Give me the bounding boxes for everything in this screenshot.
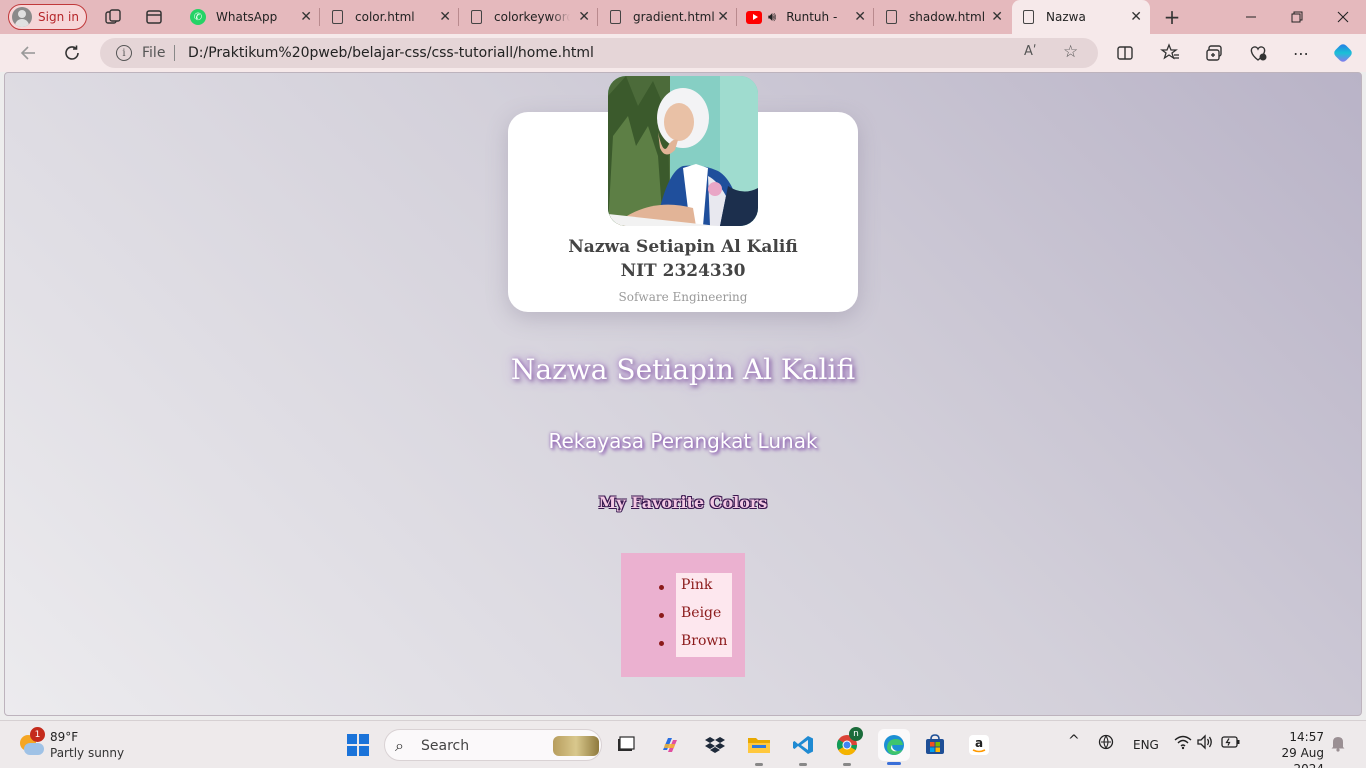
tab-label: gradient.html <box>633 10 715 24</box>
chrome-icon[interactable]: n <box>834 727 863 766</box>
tab-label: colorkeyword.h <box>494 10 570 24</box>
close-tab-icon[interactable]: ✕ <box>1130 9 1142 25</box>
favorite-star-icon[interactable]: ☆ <box>1063 42 1078 62</box>
favorite-colors-list: Pink Beige Brown <box>658 573 733 657</box>
document-icon <box>885 10 897 24</box>
weather-temp: 89°F <box>50 730 79 744</box>
tab-label: color.html <box>355 10 415 24</box>
speaker-icon[interactable]: 🔊︎ <box>768 10 776 25</box>
address-bar[interactable]: i File D:/Praktikum%20pweb/belajar-css/c… <box>100 38 1098 68</box>
list-item: Brown <box>658 629 732 657</box>
tab-color[interactable]: color.html ✕ <box>321 0 459 34</box>
tab-label: Runtuh - <box>786 10 838 24</box>
sign-in-button[interactable]: Sign in <box>8 4 87 30</box>
close-tab-icon[interactable]: ✕ <box>717 9 729 25</box>
tab-label: Nazwa <box>1046 10 1086 24</box>
close-tab-icon[interactable]: ✕ <box>439 9 451 25</box>
site-info-icon[interactable]: i <box>116 45 132 61</box>
copilot-app-icon[interactable] <box>657 732 683 758</box>
dropbox-icon[interactable] <box>702 732 728 758</box>
close-tab-icon[interactable]: ✕ <box>578 9 590 25</box>
windows-taskbar: 1 89°F Partly sunny ⌕ Search n a ^ ENG 1… <box>0 720 1366 768</box>
favorite-colors-title: My Favorite Colors <box>598 493 768 512</box>
profile-major: Sofware Engineering <box>618 290 748 304</box>
file-explorer-icon[interactable] <box>746 732 772 766</box>
collections-icon[interactable] <box>1203 42 1225 64</box>
youtube-icon <box>746 10 762 24</box>
address-toolbar: i File D:/Praktikum%20pweb/belajar-css/c… <box>0 34 1366 72</box>
weather-badge: 1 <box>30 727 45 742</box>
file-scheme-label: File <box>142 45 166 61</box>
favorites-icon[interactable] <box>1159 42 1181 64</box>
search-icon: ⌕ <box>395 736 404 755</box>
read-aloud-icon[interactable]: Aʹ <box>1024 44 1037 59</box>
taskbar-search[interactable]: ⌕ Search <box>384 729 602 761</box>
document-icon <box>609 10 621 24</box>
browser-essentials-icon[interactable] <box>1247 42 1269 64</box>
page-subheading: Rekayasa Perangkat Lunak <box>548 429 818 453</box>
list-item: Beige <box>658 601 732 629</box>
favorite-colors-box: Pink Beige Brown <box>621 553 745 677</box>
close-window-button[interactable] <box>1320 0 1366 34</box>
split-screen-icon[interactable] <box>1114 42 1136 64</box>
tab-bar: Sign in ✆ WhatsApp ✕ color.html ✕ colork… <box>0 0 1366 34</box>
document-icon <box>331 10 343 24</box>
refresh-button[interactable] <box>60 42 84 64</box>
tab-gradient[interactable]: gradient.html ✕ <box>599 0 737 34</box>
system-clock[interactable]: 14:57 29 Aug 2024 <box>1250 729 1324 768</box>
language-indicator[interactable]: ENG <box>1133 738 1159 752</box>
profile-nit: NIT 2324330 <box>620 261 746 281</box>
document-icon <box>470 10 482 24</box>
profile-name: Nazwa Setiapin Al Kalifi <box>568 237 798 257</box>
tab-runtuh[interactable]: 🔊︎ Runtuh - ✕ <box>738 0 874 34</box>
tab-label: shadow.html <box>909 10 986 24</box>
new-tab-button[interactable]: + <box>1161 5 1183 29</box>
network-status-icon[interactable] <box>1097 733 1115 755</box>
sign-in-label: Sign in <box>38 10 79 24</box>
back-button[interactable] <box>16 42 40 64</box>
chrome-profile-badge: n <box>849 727 863 741</box>
battery-icon[interactable] <box>1221 735 1241 753</box>
url-text[interactable]: D:/Praktikum%20pweb/belajar-css/css-tuto… <box>188 45 594 61</box>
tab-whatsapp[interactable]: ✆ WhatsApp ✕ <box>182 0 320 34</box>
task-view-icon[interactable] <box>612 732 638 758</box>
list-item: Pink <box>658 573 732 601</box>
tab-actions-icon[interactable] <box>144 7 164 27</box>
minimize-button[interactable] <box>1228 0 1274 34</box>
close-tab-icon[interactable]: ✕ <box>300 9 312 25</box>
edge-icon[interactable] <box>878 729 910 765</box>
tab-label: WhatsApp <box>216 10 278 24</box>
tab-shadow[interactable]: shadow.html ✕ <box>875 0 1011 34</box>
workspaces-icon[interactable] <box>103 7 123 27</box>
profile-avatar-icon <box>12 7 32 27</box>
wifi-icon[interactable] <box>1174 734 1192 754</box>
show-hidden-icons[interactable]: ^ <box>1068 733 1080 749</box>
close-tab-icon[interactable]: ✕ <box>991 9 1003 25</box>
weather-desc: Partly sunny <box>50 746 125 760</box>
restore-button[interactable] <box>1274 0 1320 34</box>
weather-widget[interactable]: 1 89°F Partly sunny <box>18 727 128 763</box>
tab-colorkeyword[interactable]: colorkeyword.h ✕ <box>460 0 598 34</box>
clock-date: 29 Aug 2024 <box>1281 746 1324 768</box>
search-highlight-image <box>553 736 599 756</box>
tab-nazwa-active[interactable]: Nazwa ✕ <box>1012 0 1150 34</box>
close-tab-icon[interactable]: ✕ <box>854 9 866 25</box>
more-menu-icon[interactable]: ⋯ <box>1290 42 1312 64</box>
notifications-bell-icon[interactable] <box>1330 734 1346 756</box>
copilot-icon[interactable] <box>1332 42 1354 64</box>
vscode-icon[interactable] <box>790 732 816 766</box>
microsoft-store-icon[interactable] <box>922 732 948 758</box>
profile-photo <box>608 76 758 226</box>
search-label: Search <box>421 738 470 754</box>
whatsapp-icon: ✆ <box>190 9 206 25</box>
document-icon <box>1022 10 1034 24</box>
start-button[interactable] <box>347 734 369 756</box>
clock-time: 14:57 <box>1289 730 1324 744</box>
page-heading: Nazwa Setiapin Al Kalifi <box>510 353 856 386</box>
volume-icon[interactable] <box>1196 734 1214 754</box>
amazon-icon[interactable]: a <box>966 732 992 758</box>
svg-text:a: a <box>975 736 983 750</box>
web-page-content: Nazwa Setiapin Al Kalifi NIT 2324330 Sof… <box>4 72 1362 716</box>
browser-window: Sign in ✆ WhatsApp ✕ color.html ✕ colork… <box>0 0 1366 768</box>
